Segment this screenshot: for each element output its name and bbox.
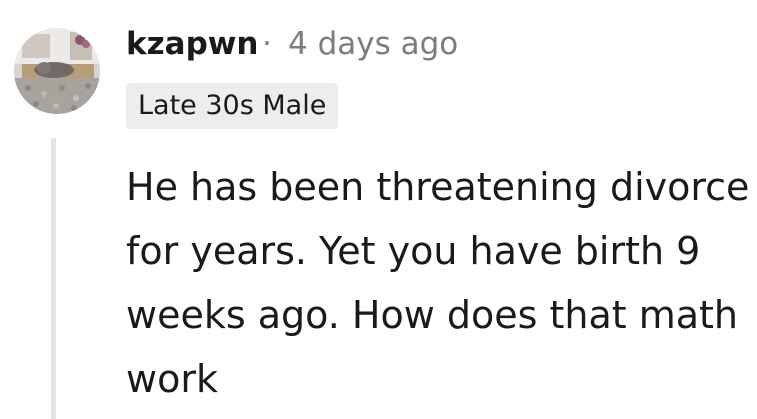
thread-collapse-line[interactable] — [51, 138, 56, 419]
avatar-photo-icon — [14, 28, 100, 114]
comment-body-text: He has been threatening divorce for year… — [126, 165, 750, 401]
meta-separator: · — [262, 26, 272, 62]
comment-timestamp[interactable]: 4 days ago — [288, 24, 458, 64]
user-flair-badge: Late 30s Male — [126, 83, 339, 129]
username-link[interactable]: kzapwn — [126, 24, 258, 64]
user-avatar[interactable] — [14, 28, 100, 114]
